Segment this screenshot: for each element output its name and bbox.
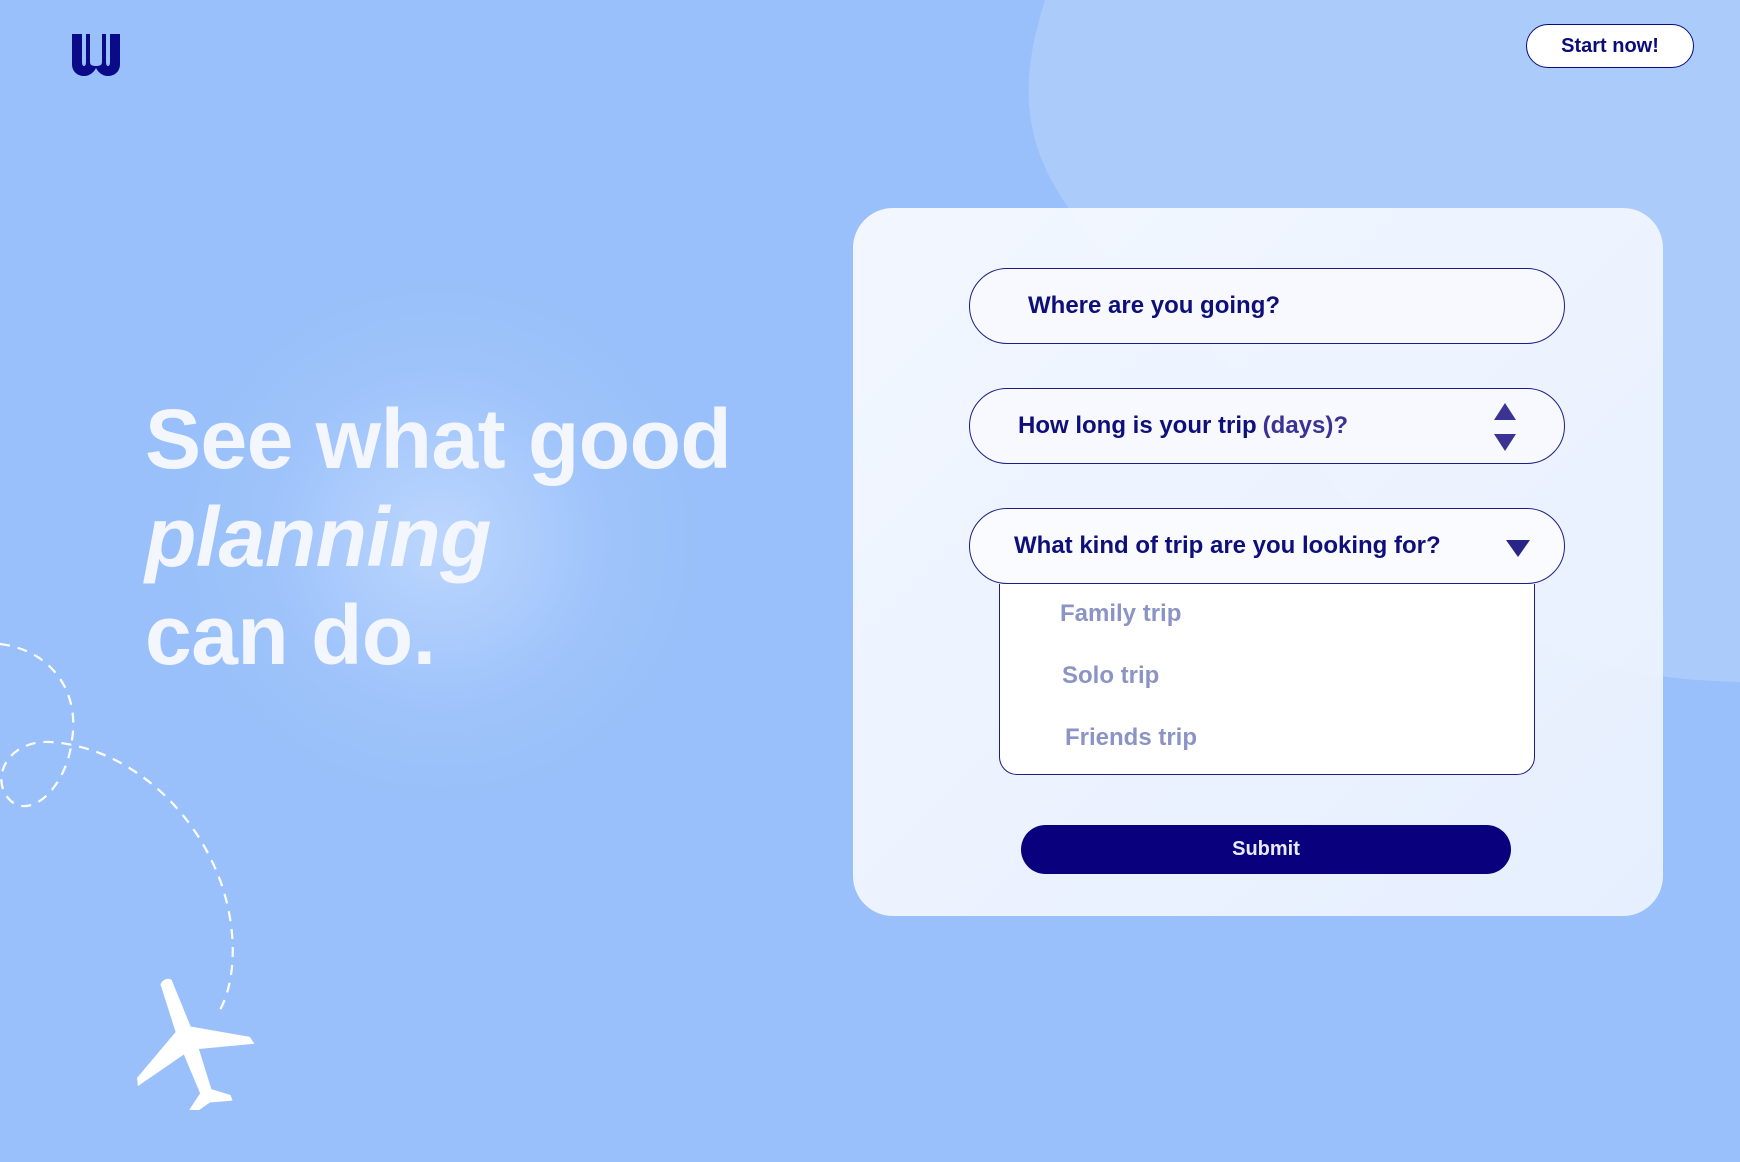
- chevron-down-icon[interactable]: [1506, 540, 1530, 557]
- trip-duration-stepper[interactable]: How long is your trip (days)?: [969, 388, 1565, 464]
- headline-line-3: can do.: [145, 588, 436, 682]
- headline-line-2: planning: [145, 490, 491, 584]
- flight-path-decoration: [0, 642, 255, 1110]
- w-logo-icon[interactable]: [68, 30, 124, 78]
- trip-type-dropdown-menu: Family trip Solo trip Friends trip: [999, 584, 1535, 775]
- start-now-button[interactable]: Start now!: [1526, 24, 1694, 68]
- dropdown-option-friends-trip[interactable]: Friends trip: [1065, 724, 1197, 752]
- increment-arrow-icon[interactable]: [1494, 403, 1516, 420]
- destination-placeholder: Where are you going?: [1028, 292, 1281, 319]
- destination-input[interactable]: Where are you going?: [969, 268, 1565, 344]
- submit-button[interactable]: Submit: [1021, 825, 1511, 874]
- duration-label: How long is your trip: [1018, 412, 1257, 439]
- dropdown-option-family-trip[interactable]: Family trip: [1060, 600, 1181, 628]
- trip-type-select[interactable]: What kind of trip are you looking for?: [969, 508, 1565, 584]
- airplane-icon: [137, 978, 255, 1110]
- dropdown-option-solo-trip[interactable]: Solo trip: [1062, 662, 1159, 690]
- trip-type-label: What kind of trip are you looking for?: [1014, 532, 1441, 559]
- trip-form-card: Where are you going? How long is your tr…: [853, 208, 1663, 916]
- decrement-arrow-icon[interactable]: [1494, 434, 1516, 451]
- headline-line-1: See what good: [145, 392, 732, 486]
- duration-unit-label: (days)?: [1262, 412, 1349, 439]
- stepper-control[interactable]: [1492, 403, 1518, 451]
- hero-headline: See what good planning can do.: [145, 390, 732, 684]
